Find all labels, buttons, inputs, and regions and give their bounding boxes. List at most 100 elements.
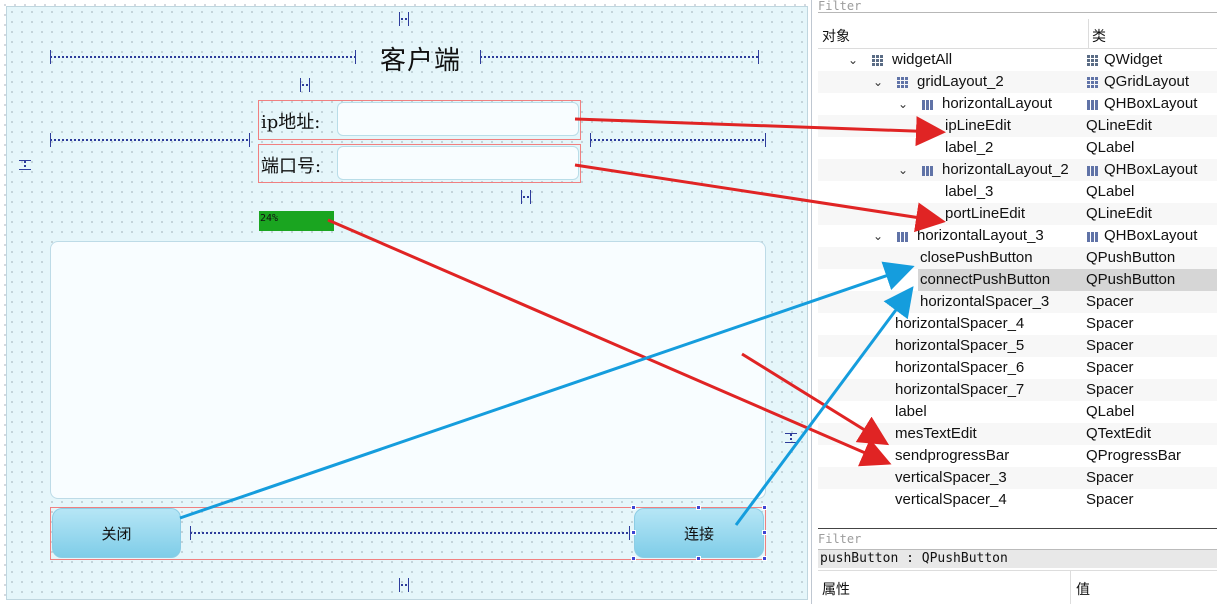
class-column-header: 类 [1092,28,1106,44]
expand-arrow-icon[interactable]: ⌄ [871,71,885,93]
port-line-edit[interactable] [337,146,579,180]
object-name: horizontalSpacer_6 [895,359,1025,376]
selection-handle-bottom-middle[interactable] [696,556,701,561]
page-title: 客户端 [380,46,462,76]
object-class: Spacer [1086,315,1134,332]
object-class: QProgressBar [1086,447,1182,464]
object-tree-row[interactable]: sendprogressBar QProgressBar [818,445,1217,467]
property-table-header: 属性 值 [818,570,1217,604]
object-name: verticalSpacer_4 [895,491,1007,508]
object-class: QLabel [1086,403,1135,420]
selection-handle-middle-right[interactable] [762,530,767,535]
object-class: Spacer [1086,293,1134,310]
object-class: Spacer [1086,469,1134,486]
object-tree-row[interactable]: ⌄ horizontalLayout_3 QHBoxLayout [818,225,1217,247]
object-tree-row[interactable]: mesTextEdit QTextEdit [818,423,1217,445]
button-middle-spacer[interactable] [190,526,630,540]
object-tree-row[interactable]: label_2 QLabel [818,137,1217,159]
object-tree-row[interactable]: ⌄ widgetAll QWidget [818,49,1217,71]
object-tree-row[interactable]: closePushButton QPushButton [818,247,1217,269]
property-column-header: 属性 [822,581,850,597]
object-filter-top[interactable]: Filter [818,0,1217,13]
hbox-layout-icon [921,163,935,177]
connect-button[interactable]: 连接 [634,508,764,558]
object-class: QLabel [1086,139,1135,156]
selected-object-type: pushButton : QPushButton [818,550,1217,568]
object-name: horizontalSpacer_5 [895,337,1025,354]
hbox-layout-icon [1086,97,1100,111]
object-column-header: 对象 [822,28,850,44]
object-tree-row[interactable]: portLineEdit QLineEdit [818,203,1217,225]
object-tree-row[interactable]: horizontalSpacer_6 Spacer [818,357,1217,379]
grid-layout-icon [1086,75,1100,89]
object-tree-row[interactable]: connectPushButton QPushButton [818,269,1217,291]
expand-arrow-icon[interactable]: ⌄ [846,49,860,71]
object-tree-header: 对象 类 [818,19,1217,49]
object-tree-row[interactable]: horizontalSpacer_5 Spacer [818,335,1217,357]
selection-handle-bottom-left[interactable] [631,556,636,561]
hbox-layout-icon [1086,163,1100,177]
object-tree-row[interactable]: verticalSpacer_3 Spacer [818,467,1217,489]
object-tree-row[interactable]: label_3 QLabel [818,181,1217,203]
object-tree-row[interactable]: horizontalSpacer_3 Spacer [818,291,1217,313]
hbox-layout-icon [921,97,935,111]
hbox-layout-icon [896,229,910,243]
title-right-spacer[interactable] [480,50,759,64]
value-column-header: 值 [1076,581,1090,597]
selection-handle-top-left[interactable] [631,505,636,510]
object-tree-row[interactable]: ⌄ gridLayout_2 QGridLayout [818,71,1217,93]
property-filter[interactable]: Filter [818,528,1217,550]
widget-grid-icon [1086,53,1100,67]
object-name: mesTextEdit [895,425,977,442]
object-tree-row[interactable]: ⌄ horizontalLayout QHBoxLayout [818,93,1217,115]
ip-address-label: ip地址: [261,112,321,133]
designer-window: 客户端 ip地址: 端口号: 24% 关闭 连接 Filter 对象 类 ⌄ w… [0,0,1217,604]
object-name: horizontalSpacer_3 [920,293,1050,310]
object-name: widgetAll [892,51,953,68]
ip-line-edit[interactable] [337,102,579,136]
object-name: horizontalLayout_2 [942,161,1069,178]
expand-arrow-icon[interactable]: ⌄ [871,225,885,247]
property-header-divider [1070,571,1071,604]
object-name: horizontalLayout [942,95,1053,112]
progress-text: 24% [260,213,279,224]
object-tree-row[interactable]: label QLabel [818,401,1217,423]
object-name: verticalSpacer_3 [895,469,1007,486]
object-tree-row[interactable]: ⌄ horizontalLayout_2 QHBoxLayout [818,159,1217,181]
object-class: QGridLayout [1104,73,1190,90]
ip-right-spacer[interactable] [590,133,766,147]
object-name: ipLineEdit [945,117,1011,134]
ip-left-spacer[interactable] [50,133,250,147]
object-class: QPushButton [1086,271,1176,288]
close-button[interactable]: 关闭 [52,508,181,558]
object-tree-row[interactable]: horizontalSpacer_7 Spacer [818,379,1217,401]
send-progress-bar[interactable]: 24% [259,211,334,231]
object-name: connectPushButton [920,271,1051,288]
selection-handle-middle-left[interactable] [631,530,636,535]
object-name: sendprogressBar [895,447,1010,464]
expand-arrow-icon[interactable]: ⌄ [896,159,910,181]
object-name: horizontalSpacer_4 [895,315,1025,332]
selection-handle-bottom-right[interactable] [762,556,767,561]
bottom-vertical-spacer-marker [399,578,409,592]
object-name: gridLayout_2 [917,73,1004,90]
object-tree-row[interactable]: horizontalSpacer_4 Spacer [818,313,1217,335]
object-name: portLineEdit [945,205,1026,222]
object-name: label [895,403,927,420]
title-left-spacer[interactable] [50,50,356,64]
grid-layout-icon [896,75,910,89]
object-class: QLabel [1086,183,1135,200]
object-inspector: Filter 对象 类 ⌄ widgetAll QWidget ⌄ gridLayout… [812,0,1217,604]
object-class: QPushButton [1086,249,1176,266]
message-text-edit[interactable] [50,241,766,499]
widget-grid-icon [871,53,885,67]
object-tree-row[interactable]: verticalSpacer_4 Spacer [818,489,1217,511]
selection-handle-top-middle[interactable] [696,505,701,510]
form-designer-canvas[interactable]: 客户端 ip地址: 端口号: 24% 关闭 连接 [0,0,812,604]
object-name: closePushButton [920,249,1033,266]
selection-handle-top-right[interactable] [762,505,767,510]
object-tree-row[interactable]: ipLineEdit QLineEdit [818,115,1217,137]
progress-top-spacer-marker [521,190,531,204]
expand-arrow-icon[interactable]: ⌄ [896,93,910,115]
object-tree[interactable]: ⌄ widgetAll QWidget ⌄ gridLayout_2 QGridLayou… [818,49,1217,522]
